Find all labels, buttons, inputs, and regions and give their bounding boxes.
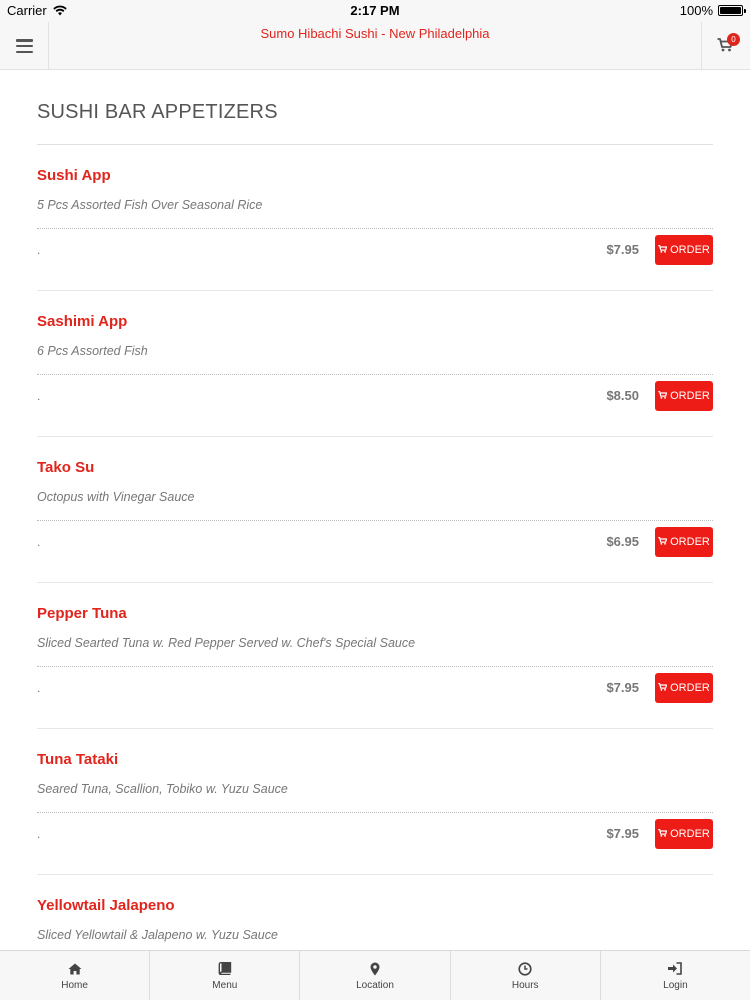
- order-button-label: ORDER: [670, 244, 710, 256]
- item-price: $7.95: [606, 242, 639, 257]
- order-button-label: ORDER: [670, 390, 710, 402]
- app-screen: Carrier 2:17 PM 100% Sumo Hibachi Sushi: [0, 0, 750, 1000]
- menu-item: Tuna Tataki Seared Tuna, Scallion, Tobiko…: [37, 729, 713, 875]
- item-extra-text: .: [37, 535, 41, 549]
- tab-hours-label: Hours: [511, 980, 539, 991]
- item-extra-text: .: [37, 827, 41, 841]
- item-description: Seared Tuna, Scallion, Tobiko w. Yuzu Sa…: [37, 782, 288, 796]
- cart-icon: [658, 244, 668, 256]
- tab-bar: Home Menu Location Hours Login: [0, 950, 750, 1000]
- order-button[interactable]: ORDER: [655, 235, 713, 265]
- item-divider: [37, 666, 713, 667]
- menu-content: SUSHI BAR APPETIZERS Sushi App 5 Pcs Asso…: [37, 70, 713, 1000]
- restaurant-title: Sumo Hibachi Sushi - New Philadelphia: [260, 26, 490, 41]
- item-name[interactable]: Yellowtail Jalapeno: [37, 897, 175, 914]
- item-price: $8.50: [606, 388, 639, 403]
- tab-location[interactable]: Location: [300, 951, 451, 1000]
- status-bar: Carrier 2:17 PM 100%: [0, 0, 750, 22]
- item-description: Sliced Searted Tuna w. Red Pepper Served…: [37, 636, 416, 650]
- order-button-label: ORDER: [670, 828, 710, 840]
- cart-icon: [658, 682, 668, 694]
- item-description: 6 Pcs Assorted Fish: [37, 344, 148, 358]
- item-description: Sliced Yellowtail & Jalapeno w. Yuzu Sau…: [37, 928, 278, 942]
- map-marker-icon: [370, 962, 380, 981]
- item-name[interactable]: Sushi App: [37, 167, 111, 184]
- item-divider: [37, 228, 713, 229]
- order-button[interactable]: ORDER: [655, 819, 713, 849]
- order-button[interactable]: ORDER: [655, 527, 713, 557]
- menu-item: Sashimi App 6 Pcs Assorted Fish. $8.50 ORDE…: [37, 291, 713, 437]
- menu-item: Tako Su Octopus with Vinegar Sauce. $6.95 O…: [37, 437, 713, 583]
- item-extra-text: .: [37, 389, 41, 403]
- sign-in-icon: [668, 962, 683, 980]
- cart-icon: [658, 390, 668, 402]
- item-divider: [37, 520, 713, 521]
- cart-icon: [658, 536, 668, 548]
- menu-item: Sushi App 5 Pcs Assorted Fish Over Season…: [37, 145, 713, 291]
- app-header: Sumo Hibachi Sushi - New Philadelphia 0: [0, 22, 750, 70]
- tab-menu-label: Menu: [212, 980, 238, 991]
- order-button[interactable]: ORDER: [655, 381, 713, 411]
- menu-items-list: Sushi App 5 Pcs Assorted Fish Over Season…: [37, 145, 713, 1000]
- item-price: $7.95: [606, 826, 639, 841]
- cart-icon: [658, 828, 668, 840]
- tab-menu[interactable]: Menu: [150, 951, 301, 1000]
- battery-fill: [720, 7, 741, 14]
- tab-home-label: Home: [61, 980, 88, 991]
- order-button-label: ORDER: [670, 682, 710, 694]
- battery-percent: 100%: [679, 3, 713, 18]
- hamburger-icon: [15, 39, 33, 53]
- tab-login-label: Login: [663, 980, 688, 991]
- item-divider: [37, 812, 713, 813]
- order-button-label: ORDER: [670, 536, 710, 548]
- item-extra-text: .: [37, 681, 41, 695]
- item-extra-text: .: [37, 243, 41, 257]
- item-price: $6.95: [606, 534, 639, 549]
- clock-icon: [518, 962, 532, 981]
- status-time: 2:17 PM: [350, 3, 400, 18]
- tab-location-label: Location: [356, 980, 394, 991]
- item-name[interactable]: Sashimi App: [37, 313, 127, 330]
- item-divider: [37, 374, 713, 375]
- item-name[interactable]: Tako Su: [37, 459, 94, 476]
- cart-count-badge: 0: [727, 33, 740, 46]
- tab-hours[interactable]: Hours: [451, 951, 601, 1000]
- home-icon: [68, 962, 82, 980]
- item-name[interactable]: Tuna Tataki: [37, 751, 118, 768]
- tab-home[interactable]: Home: [0, 951, 151, 1000]
- book-icon: [218, 961, 231, 980]
- battery-icon: [718, 5, 746, 16]
- item-name[interactable]: Pepper Tuna: [37, 605, 127, 622]
- cart-button[interactable]: 0: [701, 22, 750, 70]
- item-description: 5 Pcs Assorted Fish Over Seasonal Rice: [37, 198, 263, 212]
- status-right: 100%: [679, 3, 746, 18]
- menu-button[interactable]: [0, 22, 49, 70]
- tab-login[interactable]: Login: [601, 951, 750, 1000]
- order-button[interactable]: ORDER: [655, 673, 713, 703]
- section-title: SUSHI BAR APPETIZERS: [37, 101, 713, 145]
- menu-item: Pepper Tuna Sliced Searted Tuna w. Red Pe…: [37, 583, 713, 729]
- item-price: $7.95: [606, 680, 639, 695]
- item-description: Octopus with Vinegar Sauce: [37, 490, 195, 504]
